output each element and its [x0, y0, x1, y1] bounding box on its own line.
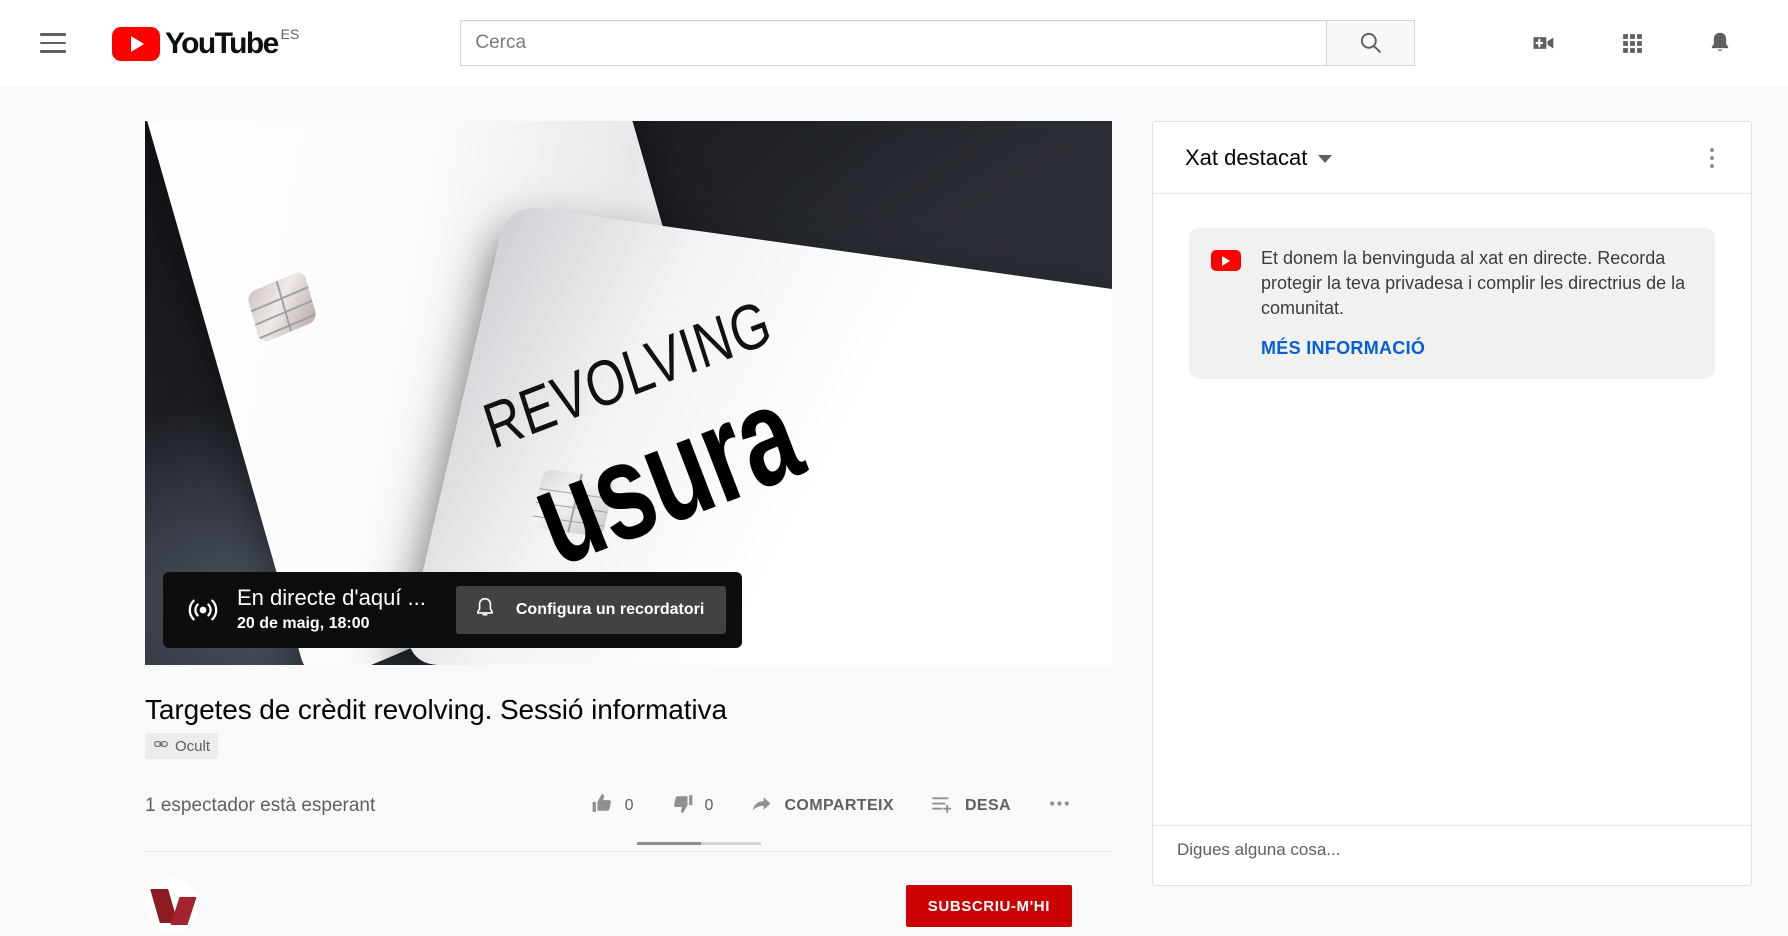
bell-icon [472, 595, 498, 626]
like-count: 0 [624, 797, 634, 814]
kebab-dot [1710, 155, 1714, 160]
channel-row: SUBSCRIU-M'HI [145, 876, 1112, 936]
more-actions-button[interactable] [1029, 784, 1090, 828]
kebab-dot [1710, 163, 1714, 168]
like-button[interactable]: 0 [572, 784, 652, 828]
live-chat-panel: Xat destacat Et donem la benvinguda al x… [1152, 121, 1752, 886]
content-divider [145, 851, 1112, 852]
visibility-badge-label: Ocult [175, 737, 211, 755]
video-action-buttons: 0 0 COMPARTEIX DESA [572, 784, 1090, 828]
hamburger-menu-icon[interactable] [30, 20, 76, 66]
save-glyph [932, 797, 952, 813]
more-vertical-icon[interactable] [1695, 141, 1729, 175]
card-chip-front-icon [530, 468, 616, 538]
video-info-row: 1 espectador està esperant 0 0 COMPARTEI… [145, 781, 1112, 845]
video-title: Targetes de crèdit revolving. Sessió inf… [145, 694, 727, 725]
youtube-logo[interactable]: YouTube ES [112, 25, 299, 62]
share-button[interactable]: COMPARTEIX [731, 784, 911, 828]
search-icon[interactable] [1326, 20, 1416, 66]
bell-glyph [1711, 32, 1729, 52]
more-horizontal-icon [1047, 791, 1072, 821]
search-bar [460, 20, 1416, 66]
more-glyph [1050, 801, 1069, 806]
chat-mode-selector[interactable]: Xat destacat [1185, 144, 1333, 171]
chat-input-footer[interactable]: Digues alguna cosa... [1153, 825, 1751, 885]
kebab-dot [1710, 147, 1714, 152]
page-body: REVOLVING usura En directe d'aquí ... 20… [0, 86, 1788, 933]
chevron-down-icon [1318, 155, 1333, 163]
live-broadcast-icon [183, 593, 223, 627]
subscribe-button[interactable]: SUBSCRIU-M'HI [905, 885, 1072, 927]
set-reminder-label: Configura un recordatori [515, 601, 705, 618]
save-label: DESA [964, 797, 1011, 814]
badge-row: Ocult [145, 733, 1112, 759]
video-title-block: Targetes de crèdit revolving. Sessió inf… [145, 693, 1112, 759]
chat-welcome-learn-more-link[interactable]: MÉS INFORMACIÓ [1261, 338, 1693, 359]
like-ratio-fill [637, 842, 702, 845]
share-glyph [753, 797, 771, 811]
video-player[interactable]: REVOLVING usura En directe d'aquí ... 20… [145, 121, 1112, 665]
chat-header: Xat destacat [1153, 122, 1751, 194]
avatar-shape-right [170, 897, 197, 925]
search-glyph [1360, 32, 1381, 53]
channel-avatar[interactable] [145, 879, 199, 933]
primary-column: REVOLVING usura En directe d'aquí ... 20… [145, 121, 1112, 936]
chat-welcome-text: Et donem la benvinguda al xat en directe… [1261, 248, 1686, 318]
save-button[interactable]: DESA [912, 784, 1029, 828]
link-glyph [154, 741, 168, 747]
thumb-up-icon [590, 791, 615, 821]
thumb-down-icon [670, 791, 695, 821]
viewer-count: 1 espectador està esperant [145, 795, 376, 816]
masthead-header: YouTube ES [0, 0, 1788, 86]
chat-welcome-content: Et donem la benvinguda al xat en directe… [1261, 246, 1693, 359]
apps-grid-icon[interactable] [1612, 23, 1652, 63]
dislike-count: 0 [704, 797, 714, 814]
thumb-down-glyph [673, 795, 692, 813]
create-video-icon[interactable] [1524, 23, 1564, 63]
youtube-country-code: ES [280, 25, 300, 42]
create-video-glyph [1533, 37, 1554, 49]
dislike-button[interactable]: 0 [652, 784, 732, 828]
live-countdown-label: En directe d'aquí ... [237, 585, 426, 610]
visibility-badge: Ocult [145, 733, 219, 759]
live-countdown-overlay: En directe d'aquí ... 20 de maig, 18:00 … [163, 572, 743, 648]
chat-message-list: Et donem la benvinguda al xat en directe… [1153, 194, 1751, 814]
live-scheduled-date: 20 de maig, 18:00 [237, 615, 370, 632]
chat-input-placeholder: Digues alguna cosa... [1177, 840, 1341, 859]
chat-welcome-message: Et donem la benvinguda al xat en directe… [1189, 228, 1715, 379]
save-to-playlist-icon [930, 791, 955, 821]
link-icon [153, 736, 169, 756]
bell-outline-glyph [476, 597, 493, 616]
thumb-up-glyph [592, 794, 611, 812]
live-text-group: En directe d'aquí ... 20 de maig, 18:00 [237, 585, 426, 635]
set-reminder-button[interactable]: Configura un recordatori [455, 586, 727, 634]
share-arrow-icon [749, 791, 774, 821]
broadcast-glyph [188, 599, 218, 621]
youtube-logo-text: YouTube [165, 26, 279, 60]
chat-mode-label: Xat destacat [1185, 144, 1308, 170]
header-action-icons [1524, 23, 1740, 63]
apps-grid-glyph [1622, 33, 1642, 53]
share-label: COMPARTEIX [784, 797, 894, 814]
youtube-play-icon [112, 26, 160, 61]
notifications-bell-icon[interactable] [1700, 23, 1740, 63]
youtube-logo-icon [1211, 250, 1241, 271]
like-ratio-bar [637, 842, 761, 845]
search-input[interactable] [460, 20, 1327, 66]
